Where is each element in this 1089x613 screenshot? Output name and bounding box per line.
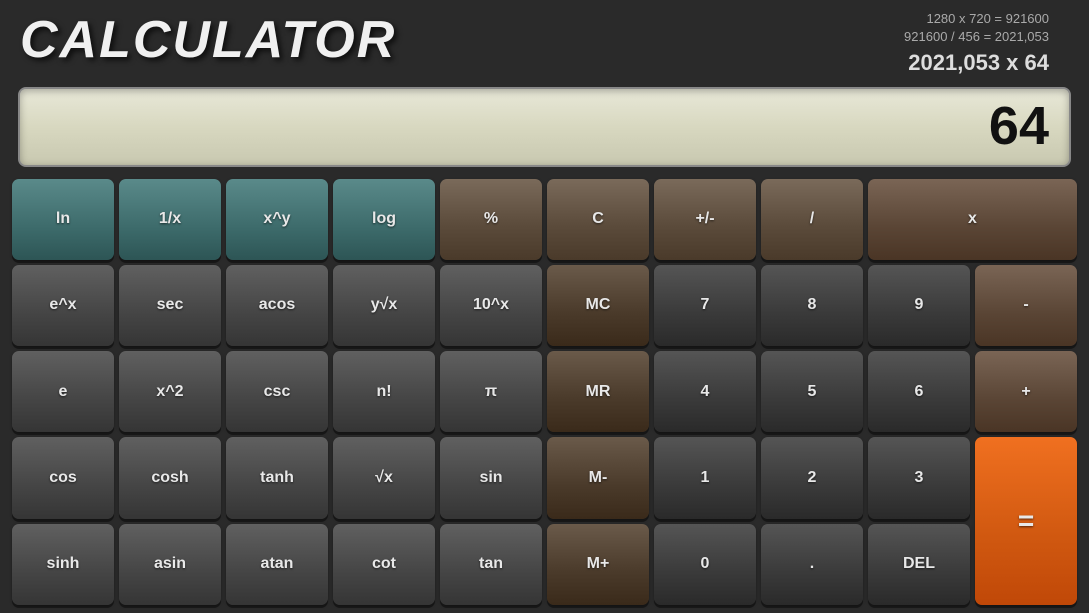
btn-plus[interactable]: + bbox=[975, 351, 1077, 432]
btn-1x[interactable]: 1/x bbox=[119, 179, 221, 260]
btn-5[interactable]: 5 bbox=[761, 351, 863, 432]
btn-minus[interactable]: - bbox=[975, 265, 1077, 346]
btn-4[interactable]: 4 bbox=[654, 351, 756, 432]
app-title: CALCULATOR bbox=[20, 10, 396, 70]
btn-log[interactable]: log bbox=[333, 179, 435, 260]
btn-pi[interactable]: π bbox=[440, 351, 542, 432]
btn-percent[interactable]: % bbox=[440, 179, 542, 260]
btn-del[interactable]: DEL bbox=[868, 524, 970, 605]
btn-1[interactable]: 1 bbox=[654, 437, 756, 518]
btn-ln[interactable]: ln bbox=[12, 179, 114, 260]
btn-mplus[interactable]: M+ bbox=[547, 524, 649, 605]
btn-clear[interactable]: C bbox=[547, 179, 649, 260]
btn-sinh[interactable]: sinh bbox=[12, 524, 114, 605]
btn-plusminus[interactable]: +/- bbox=[654, 179, 756, 260]
btn-7[interactable]: 7 bbox=[654, 265, 756, 346]
btn-factorial[interactable]: n! bbox=[333, 351, 435, 432]
btn-tanh[interactable]: tanh bbox=[226, 437, 328, 518]
btn-9[interactable]: 9 bbox=[868, 265, 970, 346]
btn-x2[interactable]: x^2 bbox=[119, 351, 221, 432]
btn-sec[interactable]: sec bbox=[119, 265, 221, 346]
btn-multiply[interactable]: x bbox=[868, 179, 1077, 260]
btn-csc[interactable]: csc bbox=[226, 351, 328, 432]
btn-dot[interactable]: . bbox=[761, 524, 863, 605]
history-line-1: 1280 x 720 = 921600 bbox=[904, 10, 1049, 28]
calculator-display: 64 bbox=[18, 87, 1071, 166]
btn-asin[interactable]: asin bbox=[119, 524, 221, 605]
btn-divide[interactable]: / bbox=[761, 179, 863, 260]
btn-10x[interactable]: 10^x bbox=[440, 265, 542, 346]
btn-ex[interactable]: e^x bbox=[12, 265, 114, 346]
btn-xy[interactable]: x^y bbox=[226, 179, 328, 260]
btn-e[interactable]: e bbox=[12, 351, 114, 432]
btn-6[interactable]: 6 bbox=[868, 351, 970, 432]
btn-tan[interactable]: tan bbox=[440, 524, 542, 605]
btn-2[interactable]: 2 bbox=[761, 437, 863, 518]
btn-mminus[interactable]: M- bbox=[547, 437, 649, 518]
button-grid: ln 1/x x^y log % C +/- / x e^x sec acos … bbox=[0, 175, 1089, 613]
btn-8[interactable]: 8 bbox=[761, 265, 863, 346]
display-value: 64 bbox=[989, 96, 1049, 156]
btn-cot[interactable]: cot bbox=[333, 524, 435, 605]
btn-sqrt[interactable]: √x bbox=[333, 437, 435, 518]
btn-atan[interactable]: atan bbox=[226, 524, 328, 605]
btn-sin[interactable]: sin bbox=[440, 437, 542, 518]
btn-ysqrtx[interactable]: y√x bbox=[333, 265, 435, 346]
btn-0[interactable]: 0 bbox=[654, 524, 756, 605]
btn-mr[interactable]: MR bbox=[547, 351, 649, 432]
btn-mc[interactable]: MC bbox=[547, 265, 649, 346]
btn-3[interactable]: 3 bbox=[868, 437, 970, 518]
history-current: 2021,053 x 64 bbox=[904, 48, 1049, 79]
history-line-2: 921600 / 456 = 2021,053 bbox=[904, 28, 1049, 46]
btn-equals[interactable]: = bbox=[975, 437, 1077, 605]
btn-cos[interactable]: cos bbox=[12, 437, 114, 518]
btn-acos[interactable]: acos bbox=[226, 265, 328, 346]
btn-cosh[interactable]: cosh bbox=[119, 437, 221, 518]
